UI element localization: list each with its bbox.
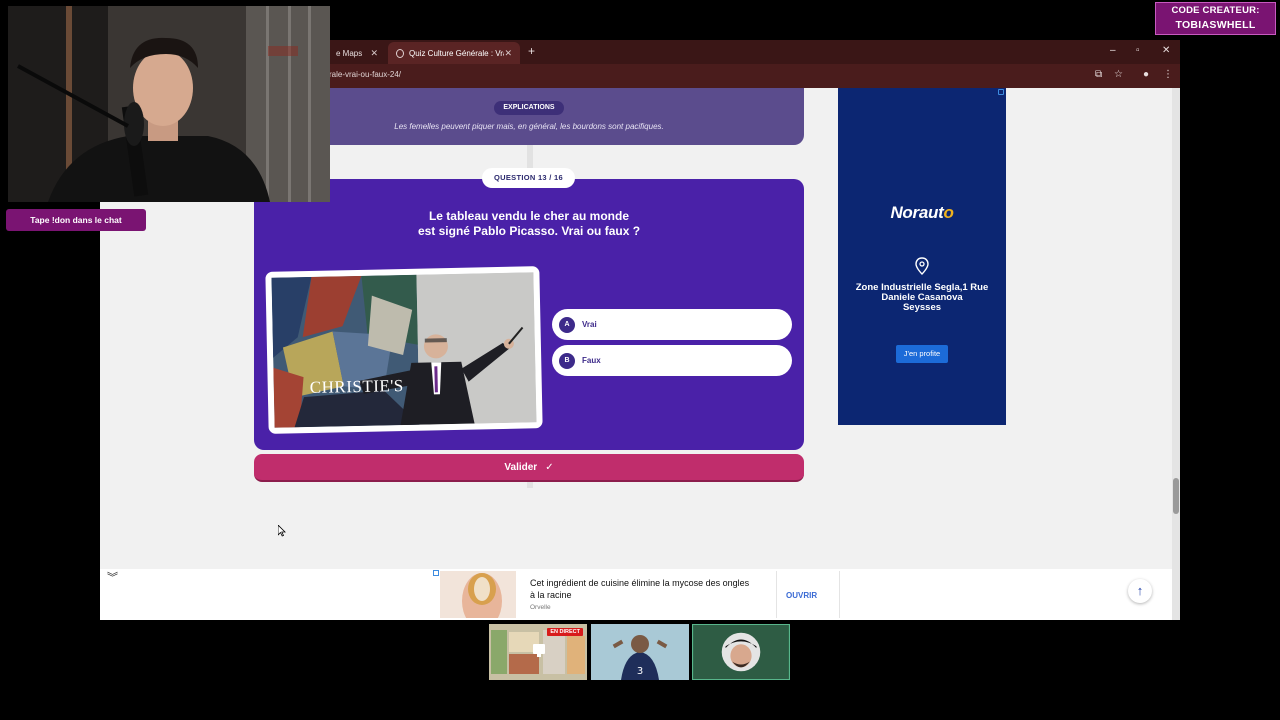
minimize-icon[interactable]: – bbox=[1110, 45, 1116, 56]
ad-choices-icon[interactable] bbox=[998, 89, 1004, 95]
creator-code-value: TOBIASWHELL bbox=[1175, 19, 1256, 31]
ad-choices-icon[interactable] bbox=[433, 570, 439, 576]
divider bbox=[776, 571, 777, 618]
bottom-ad-bar: ︾ Cet ingrédient de cuisine élimine la m… bbox=[100, 569, 1172, 620]
bookmark-star-icon[interactable]: ☆ bbox=[1114, 69, 1123, 80]
side-advertisement[interactable]: Norauto Zone Industrielle Segla,1 Rue Da… bbox=[838, 88, 1006, 425]
answer-letter: A bbox=[559, 316, 575, 333]
validate-label: Valider bbox=[504, 461, 538, 473]
explanation-label: EXPLICATIONS bbox=[494, 101, 564, 115]
creator-code-badge: CODE CREATEUR: TOBIASWHELL bbox=[1155, 2, 1276, 35]
ad-address-line: Seysses bbox=[902, 302, 942, 313]
bottom-ad-open-button[interactable]: OUVRIR bbox=[786, 591, 817, 600]
connector-line bbox=[527, 482, 533, 488]
chat-prompt-banner: Tape !don dans le chat bbox=[6, 209, 146, 231]
tab-quiz[interactable]: Quiz Culture Générale : Vrai ou ✕ bbox=[388, 42, 520, 64]
toe-image bbox=[440, 571, 516, 618]
new-tab-icon[interactable]: + bbox=[528, 44, 535, 58]
answer-label: Faux bbox=[582, 356, 601, 365]
scrollbar-thumb[interactable] bbox=[1173, 478, 1179, 514]
auction-photo bbox=[271, 272, 537, 428]
question-line: Le tableau vendu le cher au monde bbox=[428, 209, 630, 223]
tab-label: e Maps bbox=[336, 48, 363, 58]
scroll-to-top-button[interactable]: ↑ bbox=[1128, 579, 1152, 603]
extension-icon[interactable]: ● bbox=[1143, 69, 1149, 80]
webcam-feed bbox=[8, 6, 330, 202]
ad-brand-logo: Norauto bbox=[890, 203, 954, 222]
stream-frame: e Maps ✕ Quiz Culture Générale : Vrai ou… bbox=[0, 0, 1280, 720]
window-close-icon[interactable]: ✕ bbox=[1162, 45, 1170, 56]
quiz-favicon-icon bbox=[396, 48, 404, 58]
bottom-ad-title[interactable]: Cet ingrédient de cuisine élimine la myc… bbox=[530, 577, 760, 601]
answer-letter: B bbox=[559, 352, 575, 369]
image-caption: CHRISTIE'S bbox=[309, 376, 404, 397]
tab-maps[interactable]: e Maps ✕ bbox=[328, 42, 386, 64]
screen-share-thumbnail[interactable]: EN DIRECT bbox=[489, 624, 587, 680]
bottom-ad-title-line: à la racine bbox=[530, 590, 572, 600]
answer-option-b[interactable]: B Faux bbox=[552, 345, 792, 376]
install-app-icon[interactable]: ⧉ bbox=[1095, 69, 1102, 80]
guest-camera-thumbnail[interactable] bbox=[692, 624, 790, 680]
tab-close-icon[interactable]: ✕ bbox=[504, 48, 512, 59]
validate-button[interactable]: Valider ✓ bbox=[254, 454, 804, 482]
guest-preview bbox=[693, 625, 789, 679]
answer-label: Vrai bbox=[582, 320, 597, 329]
question-counter-badge: QUESTION 13 / 16 bbox=[482, 168, 575, 188]
tab-label: Quiz Culture Générale : Vrai ou bbox=[409, 48, 504, 58]
ad-thumbnail[interactable] bbox=[440, 571, 516, 618]
answer-option-a[interactable]: A Vrai bbox=[552, 309, 792, 340]
ad-address: Zone Industrielle Segla,1 Rue Daniele Ca… bbox=[838, 283, 1006, 313]
streamer-video bbox=[8, 6, 330, 202]
live-badge: EN DIRECT bbox=[547, 628, 583, 636]
url-field[interactable]: rale-vrai-ou-faux-24/ bbox=[329, 70, 401, 79]
chevron-down-icon[interactable]: ︾ bbox=[107, 569, 118, 585]
camera-thumbnail[interactable]: 3 bbox=[591, 624, 689, 680]
ad-cta-button[interactable]: J'en profite bbox=[896, 345, 948, 363]
tab-close-icon[interactable]: ✕ bbox=[370, 48, 378, 59]
explanation-text: Les femelles peuvent piquer mais, en gén… bbox=[394, 122, 664, 131]
page-scrollbar[interactable] bbox=[1172, 88, 1180, 620]
question-line: est signé Pablo Picasso. Vrai ou faux ? bbox=[417, 224, 641, 238]
check-icon: ✓ bbox=[545, 461, 554, 473]
bottom-ad-title-line: Cet ingrédient de cuisine élimine la myc… bbox=[530, 578, 750, 588]
location-pin-icon bbox=[915, 257, 929, 275]
player-preview: 3 bbox=[591, 624, 689, 680]
creator-code-label: CODE CREATEUR: bbox=[1171, 5, 1260, 16]
jersey-number: 3 bbox=[637, 666, 643, 677]
explanation-panel bbox=[254, 88, 804, 145]
bottom-ad-source: Orvelle bbox=[530, 604, 551, 611]
question-text: Le tableau vendu le cher au monde est si… bbox=[254, 209, 804, 239]
restore-icon[interactable]: ▫ bbox=[1136, 45, 1140, 56]
menu-kebab-icon[interactable]: ⋮ bbox=[1163, 69, 1173, 80]
divider bbox=[839, 571, 840, 618]
mouse-cursor-icon bbox=[278, 525, 286, 537]
question-image: CHRISTIE'S bbox=[265, 266, 543, 434]
